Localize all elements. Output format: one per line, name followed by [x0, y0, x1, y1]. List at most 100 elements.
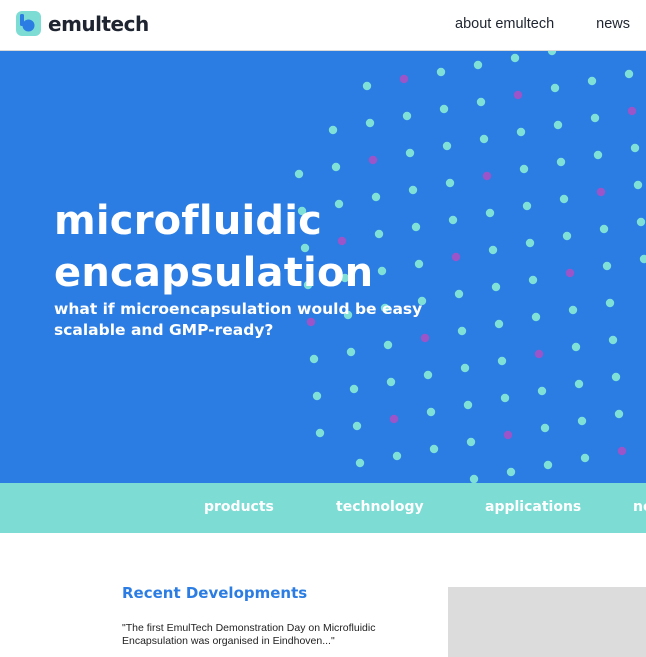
- decorative-dot: [349, 384, 359, 394]
- decorative-dot: [294, 169, 304, 179]
- decorative-dot: [362, 81, 372, 91]
- decorative-dot: [402, 111, 412, 121]
- decorative-dot: [590, 113, 600, 123]
- decorative-dot: [368, 155, 378, 165]
- decorative-dot: [476, 97, 486, 107]
- news-image[interactable]: [448, 587, 646, 657]
- decorative-dot: [309, 354, 319, 364]
- decorative-dot: [469, 474, 479, 483]
- decorative-dot: [408, 185, 418, 195]
- decorative-dot: [605, 298, 615, 308]
- decorative-dot: [315, 428, 325, 438]
- decorative-dot: [617, 446, 627, 456]
- subnav-technology[interactable]: technology: [336, 499, 424, 515]
- decorative-dot: [519, 164, 529, 174]
- subnav-products[interactable]: products: [204, 499, 274, 515]
- decorative-dot: [374, 229, 384, 239]
- top-navigation: about emultech news: [455, 16, 630, 32]
- decorative-dot: [399, 74, 409, 84]
- hero-subtitle: what if microencapsulation would be easy…: [54, 300, 423, 339]
- decorative-dot: [553, 120, 563, 130]
- site-header: emultech about emultech news: [0, 0, 646, 51]
- decorative-dot: [451, 252, 461, 262]
- decorative-dot: [522, 201, 532, 211]
- decorative-dot: [525, 238, 535, 248]
- decorative-dot: [587, 76, 597, 86]
- nav-about-emultech[interactable]: about emultech: [455, 16, 554, 32]
- decorative-dot: [568, 305, 578, 315]
- decorative-dot: [633, 180, 643, 190]
- subnav-applications[interactable]: applications: [485, 499, 581, 515]
- decorative-dot: [503, 430, 513, 440]
- decorative-dot: [426, 407, 436, 417]
- decorative-dot: [550, 83, 560, 93]
- decorative-dot: [611, 372, 621, 382]
- decorative-dot: [494, 319, 504, 329]
- decorative-dot: [445, 178, 455, 188]
- decorative-dot: [389, 414, 399, 424]
- decorative-dot: [414, 259, 424, 269]
- hero-title: microfluidic encapsulation: [54, 195, 373, 299]
- decorative-dot: [534, 349, 544, 359]
- decorative-dot: [593, 150, 603, 160]
- decorative-dot: [624, 69, 634, 79]
- decorative-dot: [599, 224, 609, 234]
- decorative-dot: [506, 467, 516, 477]
- decorative-dot: [547, 51, 557, 56]
- decorative-dot: [328, 125, 338, 135]
- decorative-dot: [510, 53, 520, 63]
- recent-developments-heading: Recent Developments: [122, 584, 308, 602]
- decorative-dot: [562, 231, 572, 241]
- decorative-dot: [543, 460, 553, 470]
- decorative-dot: [602, 261, 612, 271]
- decorative-dot: [580, 453, 590, 463]
- decorative-dot: [636, 217, 646, 227]
- decorative-dot: [479, 134, 489, 144]
- decorative-dot: [352, 421, 362, 431]
- decorative-dot: [531, 312, 541, 322]
- decorative-dot: [386, 377, 396, 387]
- decorative-dot: [377, 266, 387, 276]
- decorative-dot: [497, 356, 507, 366]
- decorative-dot: [608, 335, 618, 345]
- nav-news[interactable]: news: [596, 16, 630, 32]
- decorative-dot: [516, 127, 526, 137]
- decorative-dot: [392, 451, 402, 461]
- decorative-dot: [630, 143, 640, 153]
- decorative-dot: [513, 90, 523, 100]
- decorative-dot: [423, 370, 433, 380]
- decorative-dot: [331, 162, 341, 172]
- decorative-dot: [365, 118, 375, 128]
- decorative-dot: [411, 222, 421, 232]
- hero-banner: microfluidic encapsulation what if micro…: [0, 51, 646, 483]
- logo-text: emultech: [48, 11, 149, 36]
- news-excerpt[interactable]: "The first EmulTech Demonstration Day on…: [122, 622, 440, 648]
- decorative-dot: [429, 444, 439, 454]
- decorative-dot: [528, 275, 538, 285]
- decorative-dot: [448, 215, 458, 225]
- decorative-dot: [639, 254, 646, 264]
- decorative-dot: [596, 187, 606, 197]
- decorative-dot: [482, 171, 492, 181]
- hero-title-line-1: microfluidic: [54, 198, 323, 244]
- decorative-dot: [485, 208, 495, 218]
- decorative-dot: [355, 458, 365, 468]
- decorative-dot: [500, 393, 510, 403]
- decorative-dot: [436, 67, 446, 77]
- decorative-dot: [491, 282, 501, 292]
- section-navigation: products technology applications ne: [0, 483, 646, 533]
- decorative-dot: [559, 194, 569, 204]
- decorative-dot: [383, 340, 393, 350]
- logo-link[interactable]: emultech: [16, 11, 149, 36]
- decorative-dot: [466, 437, 476, 447]
- decorative-dot: [454, 289, 464, 299]
- decorative-dot: [537, 386, 547, 396]
- decorative-dot: [614, 409, 624, 419]
- decorative-dot: [488, 245, 498, 255]
- subnav-next-item[interactable]: ne: [633, 499, 646, 515]
- decorative-dot: [460, 363, 470, 373]
- decorative-dot: [463, 400, 473, 410]
- decorative-dot: [439, 104, 449, 114]
- logo-icon: [16, 11, 41, 36]
- decorative-dot: [540, 423, 550, 433]
